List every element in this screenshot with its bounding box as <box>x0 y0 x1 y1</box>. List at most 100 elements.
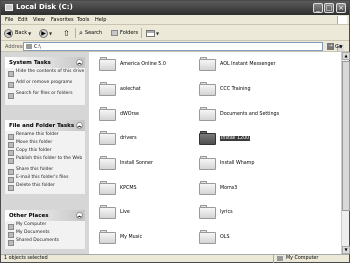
forward-arrow-icon: ▶ <box>39 28 48 38</box>
address-input[interactable]: C:\ ▼ <box>23 42 344 51</box>
folder-icon <box>99 230 116 244</box>
status-bar: 1 objects selected My Computer <box>1 254 349 263</box>
folder-name: CCC Training <box>220 87 251 92</box>
other-places-title: Other Places <box>9 213 49 219</box>
folder-icon <box>199 57 216 71</box>
file-folder-tasks-title: File and Folder Tasks <box>9 123 75 129</box>
scroll-thumb[interactable] <box>342 61 350 211</box>
folder-item[interactable]: OLS <box>199 230 317 250</box>
folder-item[interactable]: Documents and Settings <box>199 107 317 127</box>
up-folder-icon: ⇧ <box>63 28 70 38</box>
toolbar-separator <box>75 28 76 38</box>
menu-file[interactable]: File <box>5 17 13 23</box>
file-folder-tasks-panel: File and Folder Tasks ︽ Rename this fold… <box>5 120 85 194</box>
close-button[interactable]: × <box>336 3 346 13</box>
folder-item[interactable]: Moms3 <box>199 181 317 201</box>
forward-button[interactable]: ▶ ▼ <box>39 28 52 38</box>
folder-icon <box>99 131 116 145</box>
folder-item[interactable]: AOL Instant Messenger <box>199 57 317 77</box>
folder-item[interactable]: Install 1200 <box>199 131 317 151</box>
publish-web-icon <box>8 157 14 164</box>
collapse-chevron-icon[interactable]: ︽ <box>76 212 83 219</box>
folder-name: KPCMS <box>120 186 137 191</box>
search-files-icon <box>8 92 14 99</box>
folder-name: My Music <box>120 235 143 240</box>
address-label: Address <box>5 44 25 50</box>
folder-name: America Online 5.0 <box>120 62 166 67</box>
folder-icon <box>99 82 116 96</box>
folder-icon <box>199 82 216 96</box>
folder-name: Install Sonner <box>120 161 153 166</box>
address-value: C:\ <box>34 44 41 50</box>
folder-name: Install Whamp <box>220 161 255 166</box>
go-button[interactable]: → Go <box>327 43 342 50</box>
move-icon <box>8 141 14 148</box>
collapse-chevron-icon[interactable]: ︽ <box>76 122 83 129</box>
scroll-down-arrow-icon[interactable]: ▼ <box>342 246 350 254</box>
views-dropdown-icon: ▼ <box>156 30 160 36</box>
folder-name: drivers <box>120 136 137 141</box>
system-tasks-panel: System Tasks ︽ Hide the contents of this… <box>5 57 85 105</box>
folder-icon <box>99 156 116 170</box>
toolbar: ◀ Back ▼ ▶ ▼ ⇧ ⌕ Search Folders ▼ <box>1 25 349 41</box>
toolbar-separator <box>141 28 142 38</box>
menu-view[interactable]: View <box>33 17 45 23</box>
folder-name: AOL Instant Messenger <box>220 62 276 67</box>
system-tasks-title: System Tasks <box>9 60 51 66</box>
folder-item[interactable]: CCC Training <box>199 82 317 102</box>
folder-icon <box>99 205 116 219</box>
scroll-up-arrow-icon[interactable]: ▲ <box>342 52 350 60</box>
search-label: Search <box>84 30 103 36</box>
hide-contents-icon <box>8 70 14 77</box>
menu-edit[interactable]: Edit <box>18 17 28 23</box>
folder-name: aolechat <box>120 87 141 92</box>
back-label: Back <box>15 30 28 36</box>
folders-label: Folders <box>120 30 139 36</box>
menu-help[interactable]: Help <box>95 17 106 23</box>
minimize-button[interactable]: _ <box>313 3 323 13</box>
maximize-button[interactable]: □ <box>324 3 334 13</box>
window-title: Local Disk (C:) <box>16 3 73 11</box>
address-bar: Address C:\ ▼ → Go <box>1 41 349 52</box>
system-tasks-header[interactable]: System Tasks ︽ <box>5 57 85 68</box>
folder-name: dWOrse <box>120 112 139 117</box>
folder-name: Moms3 <box>220 186 238 191</box>
folder-item[interactable]: Install Whamp <box>199 156 317 176</box>
task-search-files[interactable]: Search for files or folders <box>5 91 85 103</box>
folder-icon <box>199 107 216 121</box>
menu-tools[interactable]: Tools <box>77 17 89 23</box>
folders-button[interactable]: Folders <box>111 28 138 38</box>
drive-icon <box>26 44 32 49</box>
my-documents-icon <box>8 231 14 238</box>
folder-icon <box>199 205 216 219</box>
file-folder-tasks-header[interactable]: File and Folder Tasks ︽ <box>5 120 85 131</box>
vertical-scrollbar[interactable]: ▲ ▼ <box>341 52 350 254</box>
views-button[interactable]: ▼ <box>146 28 159 38</box>
views-icon <box>146 29 155 37</box>
collapse-chevron-icon[interactable]: ︽ <box>76 59 83 66</box>
folder-icon <box>99 57 116 71</box>
folder-icon <box>99 107 116 121</box>
status-location-text: My Computer <box>286 256 319 261</box>
back-button[interactable]: ◀ Back ▼ <box>4 28 31 38</box>
folder-icon <box>199 230 216 244</box>
menu-favorites[interactable]: Favorites <box>51 17 74 23</box>
add-remove-programs-icon <box>8 81 14 88</box>
folder-item[interactable]: lyrics <box>199 205 317 225</box>
up-folder-button[interactable]: ⇧ <box>63 28 70 38</box>
title-bar[interactable]: Local Disk (C:) _ □ × <box>1 1 349 15</box>
folder-name: Documents and Settings <box>220 112 280 117</box>
shared-documents-icon <box>8 239 14 246</box>
menu-bar: File Edit View Favorites Tools Help <box>1 15 349 25</box>
place-shared-documents[interactable]: Shared Documents <box>5 238 85 247</box>
drive-icon <box>5 4 13 11</box>
back-dropdown-icon: ▼ <box>28 30 32 36</box>
go-label: Go <box>335 43 342 50</box>
task-delete-folder[interactable]: Delete this folder <box>5 183 85 192</box>
folder-contents: America Online 5.0 AOL Instant Messenger a… <box>89 52 341 254</box>
other-places-header[interactable]: Other Places ︽ <box>5 210 85 221</box>
explorer-window: Local Disk (C:) _ □ × File Edit View Fav… <box>0 0 350 263</box>
rename-icon <box>8 133 14 140</box>
search-icon: ⌕ <box>79 28 83 37</box>
search-button[interactable]: ⌕ Search <box>79 28 102 38</box>
